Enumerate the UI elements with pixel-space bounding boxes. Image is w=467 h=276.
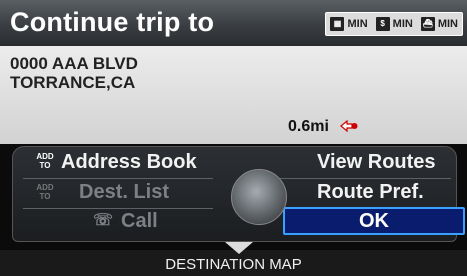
menu-frame: ADD TO Address Book ADD TO Dest. List ☏ … xyxy=(12,146,465,242)
toll-road-icon: ▦ xyxy=(330,17,345,31)
address-line-2: TORRANCE,CA xyxy=(10,73,136,92)
divider xyxy=(275,178,451,179)
route-options-indicator: ▦ MIN $ MIN ⛴ MIN xyxy=(325,12,463,36)
toll-dollar-label: MIN xyxy=(392,18,413,30)
down-arrow-icon[interactable] xyxy=(225,242,253,254)
address-book-item[interactable]: Address Book xyxy=(61,151,197,174)
menu-panel: ADD TO Address Book ADD TO Dest. List ☏ … xyxy=(0,144,467,250)
divider xyxy=(23,178,213,179)
toll-dollar-icon: $ xyxy=(375,17,390,31)
phone-icon: ☏ xyxy=(93,212,114,229)
destination-address-panel: 0000 AAA BLVD TORRANCE,CA 0.6mi xyxy=(0,46,467,144)
dest-list-item[interactable]: Dest. List xyxy=(79,181,169,204)
address-line-1: 0000 AAA BLVD xyxy=(10,54,138,73)
direction-arrow-icon xyxy=(340,119,358,133)
route-pref-item[interactable]: Route Pref. xyxy=(317,181,424,204)
page-title: Continue trip to xyxy=(10,7,215,37)
toll-road-label: MIN xyxy=(347,18,368,30)
toll-road-min: ▦ MIN xyxy=(326,13,371,35)
toll-dollar-min: $ MIN xyxy=(372,13,417,35)
add-to-icon: ADD TO xyxy=(36,152,54,170)
ferry-label: MIN xyxy=(437,18,458,30)
destination-map-label[interactable]: DESTINATION MAP xyxy=(0,256,467,273)
call-item[interactable]: Call xyxy=(121,210,158,233)
bottom-bar: DESTINATION MAP xyxy=(0,242,467,276)
header-bar: Continue trip to ▦ MIN $ MIN ⛴ MIN xyxy=(0,0,467,47)
add-to-icon: ADD TO xyxy=(36,183,54,201)
ferry-icon: ⛴ xyxy=(420,17,435,31)
ferry-min: ⛴ MIN xyxy=(417,13,462,35)
view-routes-item[interactable]: View Routes xyxy=(317,151,436,174)
divider xyxy=(23,208,213,209)
interface-dial-knob[interactable] xyxy=(231,169,287,225)
navigation-screen: Continue trip to ▦ MIN $ MIN ⛴ MIN 0000 … xyxy=(0,0,467,276)
ok-button[interactable]: OK xyxy=(283,207,465,235)
distance-readout: 0.6mi xyxy=(288,118,329,135)
